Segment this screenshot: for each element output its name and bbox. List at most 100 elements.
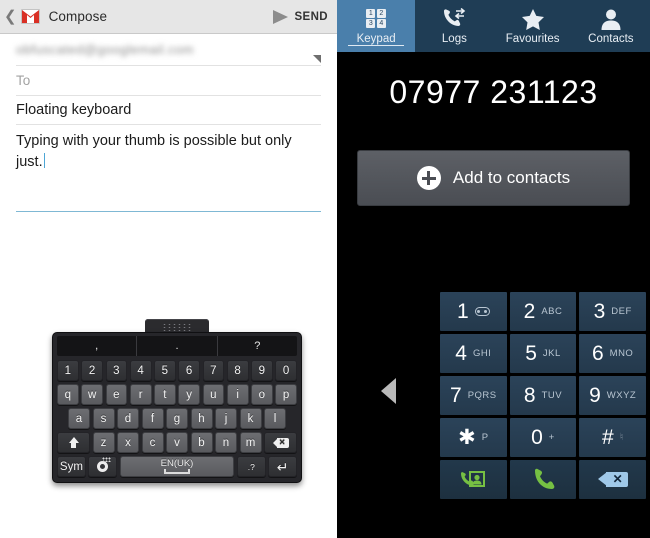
- tab-keypad[interactable]: 1 2 3 4 Keypad: [337, 0, 416, 52]
- backspace-icon: ✕: [597, 472, 628, 487]
- suggestion-period[interactable]: .: [136, 336, 216, 356]
- suggestion-comma[interactable]: ,: [57, 336, 136, 356]
- key-i[interactable]: i: [226, 384, 249, 405]
- plus-circle-icon: [416, 166, 441, 190]
- key-y[interactable]: y: [178, 384, 200, 405]
- dialpad-key-6[interactable]: 6 MNO: [579, 334, 646, 373]
- tab-favourites-label: Favourites: [505, 32, 560, 45]
- text-cursor: [43, 153, 46, 168]
- dialpad-key-7[interactable]: 7 PQRS: [440, 376, 507, 415]
- dialed-number-display[interactable]: 07977 231123: [337, 52, 650, 132]
- key-e[interactable]: e: [105, 384, 128, 405]
- keypad-grid-icon: 1 2 3 4: [366, 8, 386, 30]
- key-j[interactable]: j: [215, 408, 237, 429]
- key-a[interactable]: a: [68, 408, 90, 429]
- key-5[interactable]: 5: [154, 360, 176, 381]
- tab-logs[interactable]: Logs: [415, 0, 493, 52]
- key-o[interactable]: o: [251, 384, 273, 405]
- gmail-logo-icon: [20, 9, 40, 24]
- key-d[interactable]: d: [117, 408, 139, 429]
- person-icon: [599, 8, 623, 30]
- add-to-contacts-button[interactable]: Add to contacts: [357, 150, 630, 206]
- dialpad-key-0[interactable]: 0 +: [509, 418, 577, 457]
- key-8[interactable]: 8: [226, 360, 249, 381]
- message-body-field[interactable]: Typing with your thumb is possible but o…: [16, 125, 321, 189]
- key-g[interactable]: g: [166, 408, 188, 429]
- from-account-field[interactable]: obfuscated@googlemail.com: [16, 34, 321, 66]
- enter-return-icon: ↵: [276, 458, 289, 475]
- keypad-icon-digit: 4: [376, 19, 386, 29]
- space-key[interactable]: EN(UK): [119, 456, 235, 477]
- key-0[interactable]: 0: [275, 360, 297, 381]
- key-s[interactable]: s: [92, 408, 115, 429]
- key-k[interactable]: k: [239, 408, 262, 429]
- compose-header: ❮ Compose SEND: [0, 0, 337, 34]
- gear-icon: [96, 457, 112, 473]
- key-c[interactable]: c: [141, 432, 164, 453]
- shift-key[interactable]: [57, 432, 90, 453]
- call-button[interactable]: [509, 460, 577, 499]
- key-4[interactable]: 4: [129, 360, 152, 381]
- dialpad-key-5[interactable]: 5 JKL: [509, 334, 577, 373]
- triangle-left-icon[interactable]: [381, 378, 396, 404]
- dialpad-key-9[interactable]: 9 WXYZ: [579, 376, 646, 415]
- dialpad-key-digit: 4: [455, 341, 467, 365]
- key-6[interactable]: 6: [178, 360, 200, 381]
- key-q[interactable]: q: [57, 384, 79, 405]
- suggestion-question[interactable]: ?: [216, 336, 297, 356]
- to-field[interactable]: To: [16, 66, 321, 96]
- drag-handle-icon[interactable]: [145, 319, 209, 333]
- dialpad-key-4[interactable]: 4 GHI: [440, 334, 507, 373]
- key-7[interactable]: 7: [202, 360, 225, 381]
- dialpad-key-1[interactable]: 1: [440, 292, 507, 331]
- key-f[interactable]: f: [141, 408, 164, 429]
- key-p[interactable]: p: [275, 384, 297, 405]
- key-r[interactable]: r: [129, 384, 152, 405]
- key-z[interactable]: z: [92, 432, 115, 453]
- keypad-icon-digit: 1: [366, 8, 376, 18]
- video-call-contact-button[interactable]: [440, 460, 507, 499]
- shift-arrow-icon: [68, 437, 79, 448]
- keyboard-body: , . ? 1 2 3 4 5 6 7 8 9 0 q w e r t y u …: [52, 332, 302, 483]
- dialpad-key-letters: TUV: [541, 390, 563, 401]
- dialer-backspace-button[interactable]: ✕: [579, 460, 646, 499]
- suggestion-bar: , . ?: [57, 336, 297, 356]
- enter-key[interactable]: ↵: [268, 456, 297, 477]
- dialpad-key-3[interactable]: 3 DEF: [579, 292, 646, 331]
- floating-keyboard[interactable]: , . ? 1 2 3 4 5 6 7 8 9 0 q w e r t y u …: [52, 319, 302, 483]
- chevron-left-icon[interactable]: ❮: [4, 9, 17, 24]
- video-call-contact-icon: [461, 470, 486, 487]
- dialpad-key-letters: JKL: [542, 348, 561, 359]
- tab-contacts[interactable]: Contacts: [572, 0, 650, 52]
- key-1[interactable]: 1: [57, 360, 79, 381]
- tab-favourites[interactable]: Favourites: [494, 0, 572, 52]
- sym-key[interactable]: Sym: [57, 456, 86, 477]
- key-v[interactable]: v: [166, 432, 188, 453]
- dialpad-key-letters: +: [548, 432, 555, 443]
- send-button[interactable]: SEND: [273, 0, 328, 34]
- key-u[interactable]: u: [202, 384, 225, 405]
- key-x[interactable]: x: [117, 432, 139, 453]
- punctuation-key[interactable]: .?: [236, 456, 266, 477]
- key-l[interactable]: l: [264, 408, 286, 429]
- dialpad-key-8[interactable]: 8 TUV: [509, 376, 577, 415]
- keyboard-row-qwerty: q w e r t y u i o p: [57, 384, 297, 405]
- settings-key[interactable]: [88, 456, 118, 477]
- expand-triangle-icon[interactable]: [313, 55, 321, 63]
- key-n[interactable]: n: [215, 432, 237, 453]
- key-t[interactable]: t: [154, 384, 176, 405]
- key-3[interactable]: 3: [105, 360, 128, 381]
- backspace-key[interactable]: ✕: [264, 432, 297, 453]
- key-w[interactable]: w: [81, 384, 103, 405]
- key-m[interactable]: m: [239, 432, 262, 453]
- key-9[interactable]: 9: [251, 360, 273, 381]
- key-2[interactable]: 2: [81, 360, 103, 381]
- dialpad-key-hash[interactable]: # ♮: [579, 418, 646, 457]
- keypad-icon-digit: 2: [376, 8, 386, 18]
- message-body-text: Typing with your thumb is possible but o…: [16, 133, 292, 170]
- dialpad-key-2[interactable]: 2 ABC: [509, 292, 577, 331]
- subject-field[interactable]: Floating keyboard: [16, 96, 321, 125]
- dialpad-key-star[interactable]: ✱ P: [440, 418, 507, 457]
- key-h[interactable]: h: [190, 408, 213, 429]
- key-b[interactable]: b: [190, 432, 213, 453]
